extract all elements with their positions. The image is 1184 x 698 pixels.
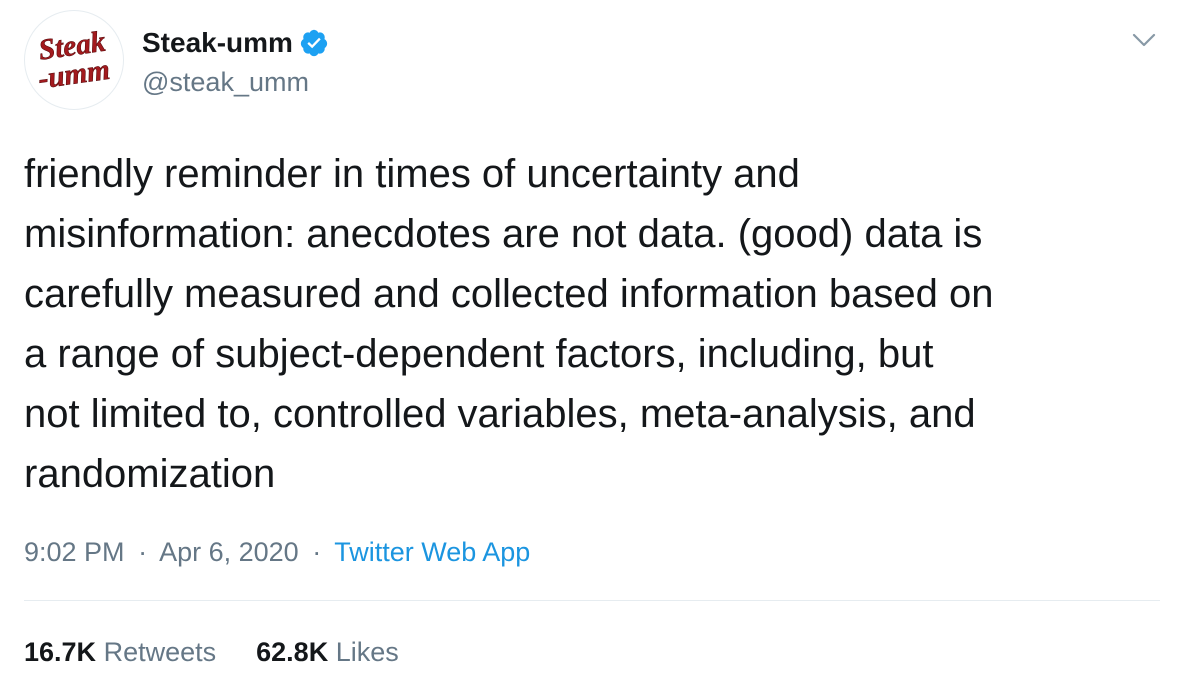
tweet-stats: 16.7K Retweets 62.8K Likes bbox=[24, 634, 439, 670]
more-options-button[interactable] bbox=[1128, 24, 1160, 56]
author-display-name[interactable]: Steak-umm bbox=[142, 26, 329, 60]
likes-count: 62.8K bbox=[256, 637, 329, 667]
tweet-meta: 9:02 PM · Apr 6, 2020 · Twitter Web App bbox=[24, 534, 530, 570]
tweet-date[interactable]: Apr 6, 2020 bbox=[159, 537, 299, 567]
retweets-count: 16.7K bbox=[24, 637, 97, 667]
verified-badge-icon bbox=[299, 28, 329, 58]
steak-umm-logo: Steak -umm bbox=[36, 25, 112, 95]
tweet-card: Steak -umm Steak-umm @steak_umm friendly… bbox=[0, 0, 1184, 698]
likes-label: Likes bbox=[335, 637, 399, 667]
likes-stat[interactable]: 62.8K Likes bbox=[256, 634, 399, 670]
tweet-time[interactable]: 9:02 PM bbox=[24, 537, 125, 567]
tweet-source-link[interactable]: Twitter Web App bbox=[334, 537, 530, 567]
tweet-text: friendly reminder in times of uncertaint… bbox=[24, 152, 994, 496]
divider bbox=[24, 600, 1160, 601]
retweets-label: Retweets bbox=[103, 637, 217, 667]
avatar[interactable]: Steak -umm bbox=[24, 10, 124, 110]
meta-separator: · bbox=[138, 537, 148, 567]
retweets-stat[interactable]: 16.7K Retweets bbox=[24, 634, 216, 670]
author-handle[interactable]: @steak_umm bbox=[142, 66, 309, 98]
display-name-text[interactable]: Steak-umm bbox=[142, 26, 293, 60]
chevron-down-icon bbox=[1132, 33, 1156, 47]
meta-separator: · bbox=[312, 537, 322, 567]
